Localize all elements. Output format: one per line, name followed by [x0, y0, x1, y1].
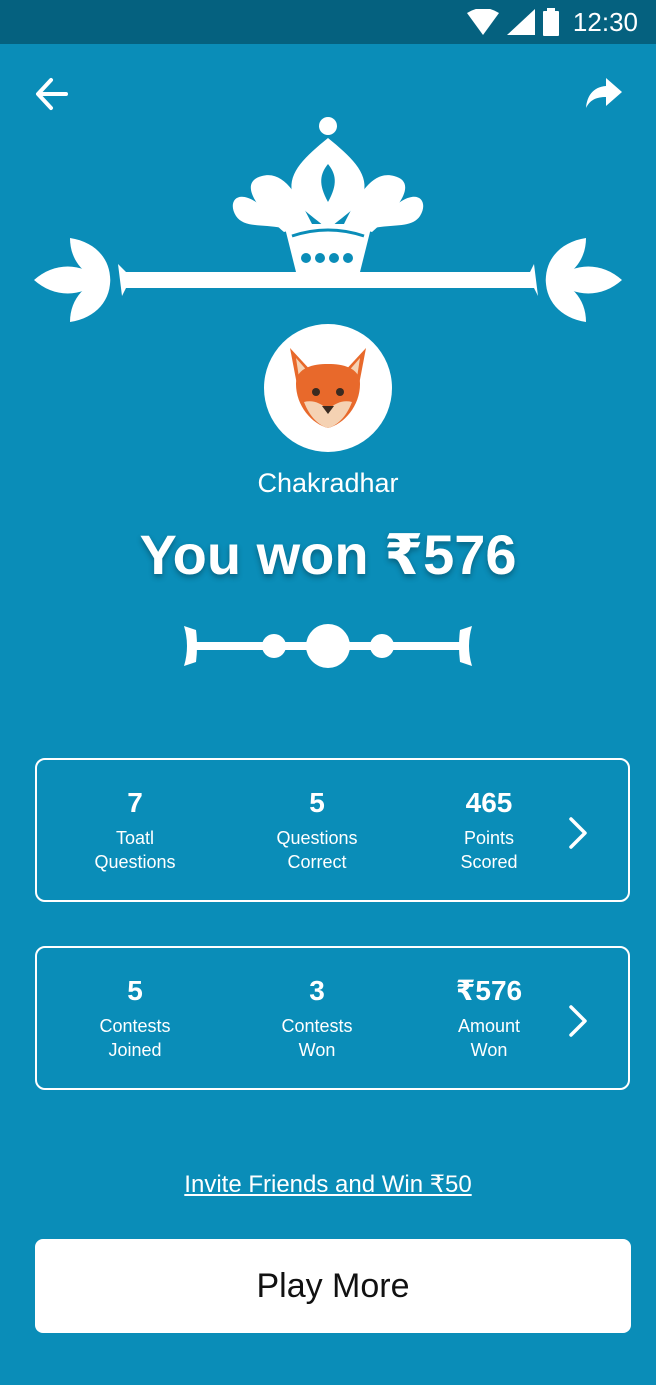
stat-label-line1: Toatl	[115, 828, 155, 848]
stat-total-questions: 7 Toatl Questions	[45, 786, 225, 874]
share-icon	[586, 78, 622, 108]
crown-icon	[34, 117, 622, 322]
username: Chakradhar	[257, 468, 399, 498]
stat-value: 3	[309, 975, 325, 1006]
stat-value: ₹576	[455, 975, 523, 1006]
arrow-left-icon	[36, 78, 68, 110]
share-button[interactable]	[584, 76, 624, 112]
divider-ornament-icon	[184, 624, 472, 668]
stat-label: Contests Won	[227, 1014, 407, 1062]
chevron-right-icon[interactable]	[568, 816, 588, 850]
stat-questions-correct: 5 Questions Correct	[227, 786, 407, 874]
divider-ornament	[180, 620, 476, 672]
battery-icon	[542, 8, 559, 36]
stat-label-line1: Points	[463, 828, 515, 848]
stat-label-line2: Scored	[460, 852, 518, 872]
quiz-stats-card[interactable]: 7 Toatl Questions 5 Questions Correct 46…	[35, 758, 630, 902]
stat-label-line2: Questions	[94, 852, 176, 872]
stat-contests-joined: 5 Contests Joined	[45, 974, 225, 1062]
stat-label: Questions Correct	[227, 826, 407, 874]
chevron-right-icon[interactable]	[568, 1004, 588, 1038]
stat-label-line2: Joined	[108, 1040, 162, 1060]
contest-stats-card[interactable]: 5 Contests Joined 3 Contests Won ₹576 Am…	[35, 946, 630, 1090]
status-bar: 12:30	[0, 0, 656, 44]
stat-label: Amount Won	[399, 1014, 579, 1062]
stat-points-scored: 465 Points Scored	[399, 786, 579, 874]
stat-label: Points Scored	[399, 826, 579, 874]
stat-value: 465	[465, 787, 513, 818]
back-button[interactable]	[34, 76, 70, 112]
stat-label-line2: Won	[470, 1040, 508, 1060]
stat-value: 5	[127, 975, 143, 1006]
won-amount-title: You won ₹576	[139, 523, 517, 586]
stat-label-line1: Contests	[281, 1016, 353, 1036]
status-icons: 12:30	[466, 6, 638, 38]
stat-value: 5	[309, 787, 325, 818]
signal-icon	[506, 9, 535, 35]
stat-contests-won: 3 Contests Won	[227, 974, 407, 1062]
fox-avatar-icon	[290, 348, 366, 428]
stat-label-line1: Contests	[99, 1016, 171, 1036]
stat-label-line1: Amount	[457, 1016, 521, 1036]
status-time: 12:30	[572, 6, 638, 37]
stat-label: Contests Joined	[45, 1014, 225, 1062]
wifi-icon	[466, 9, 499, 35]
stat-label-line2: Won	[298, 1040, 336, 1060]
stat-amount-won: ₹576 Amount Won	[399, 974, 579, 1062]
play-more-button[interactable]: Play More	[35, 1239, 631, 1333]
stat-label: Toatl Questions	[45, 826, 225, 874]
stat-value: 7	[127, 787, 143, 818]
stat-label-line2: Correct	[287, 852, 347, 872]
crown-ornament	[30, 112, 626, 332]
invite-friends-link[interactable]: Invite Friends and Win ₹50	[0, 1170, 656, 1199]
stat-label-line1: Questions	[276, 828, 358, 848]
avatar	[264, 324, 392, 452]
